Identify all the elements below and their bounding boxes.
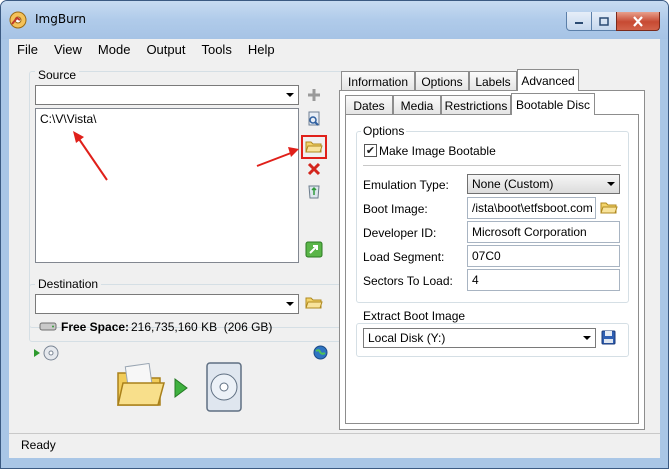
menu-tools[interactable]: Tools <box>193 40 239 60</box>
extract-drive-value: Local Disk (Y:) <box>368 331 446 345</box>
tab-labels[interactable]: Labels <box>469 71 517 91</box>
tab-advanced[interactable]: Advanced <box>517 69 579 91</box>
minimize-button[interactable] <box>566 12 592 31</box>
status-bar: Ready <box>9 433 660 458</box>
destination-combo[interactable] <box>35 294 299 314</box>
window-title: ImgBurn <box>35 12 87 26</box>
chevron-down-icon <box>602 175 619 193</box>
browse-boot-image-icon[interactable] <box>600 200 618 215</box>
maximize-button[interactable] <box>591 12 617 31</box>
menu-file[interactable]: File <box>9 40 46 60</box>
checkmark-icon: ✔ <box>365 144 376 157</box>
maximize-icon <box>599 16 609 26</box>
emulation-type-value: None (Custom) <box>472 177 554 191</box>
boot-image-value: /ista\boot\etfsboot.com <box>472 201 593 215</box>
tab-media-label: Media <box>400 98 434 113</box>
destination-label: Destination <box>35 277 102 291</box>
menu-output[interactable]: Output <box>138 40 193 60</box>
developer-id-value: Microsoft Corporation <box>472 225 587 239</box>
boot-image-label: Boot Image: <box>363 202 428 216</box>
free-space-label: Free Space: <box>61 320 130 334</box>
play-icon[interactable] <box>33 348 41 358</box>
sectors-to-load-label: Sectors To Load: <box>363 274 453 288</box>
sectors-to-load-field[interactable]: 4 <box>467 269 620 291</box>
boot-image-field[interactable]: /ista\boot\etfsboot.com <box>467 197 596 219</box>
extract-drive-select[interactable]: Local Disk (Y:) <box>363 328 596 348</box>
extract-title: Extract Boot Image <box>361 309 468 323</box>
menu-mode[interactable]: Mode <box>90 40 139 60</box>
minimize-icon <box>575 22 583 24</box>
tab-labels-label: Labels <box>475 74 511 89</box>
tab-options[interactable]: Options <box>415 71 469 91</box>
sectors-to-load-value: 4 <box>472 273 479 287</box>
tab-options-label: Options <box>421 74 463 89</box>
tab-dates-label: Dates <box>353 98 385 113</box>
disc-icon[interactable] <box>43 345 59 361</box>
chevron-down-icon <box>578 329 595 347</box>
title-bar: ImgBurn <box>1 1 668 39</box>
tab-restrictions-label: Restrictions <box>444 98 508 113</box>
emulation-type-select[interactable]: None (Custom) <box>467 174 620 194</box>
load-segment-label: Load Segment: <box>363 250 445 264</box>
load-segment-value: 07C0 <box>472 249 501 263</box>
emulation-type-label: Emulation Type: <box>363 178 449 192</box>
make-bootable-label: Make Image Bootable <box>379 144 496 158</box>
developer-id-field[interactable]: Microsoft Corporation <box>467 221 620 243</box>
tab-information-label: Information <box>347 74 409 89</box>
chevron-down-icon <box>281 295 298 313</box>
imgburn-app-icon <box>9 11 27 29</box>
close-button[interactable] <box>616 12 660 31</box>
hdd-icon <box>39 322 57 331</box>
close-icon <box>633 15 643 27</box>
tab-media[interactable]: Media <box>393 95 441 115</box>
load-segment-field[interactable]: 07C0 <box>467 245 620 267</box>
menu-view[interactable]: View <box>46 40 90 60</box>
imgburn-window: ImgBurn File View Mode Output Tools Help… <box>0 0 669 469</box>
options-separator <box>363 165 621 166</box>
developer-id-label: Developer ID: <box>363 226 437 240</box>
status-text: Ready <box>21 438 56 452</box>
menu-help[interactable]: Help <box>240 40 283 60</box>
free-space-value: 216,735,160 KB (206 GB) <box>131 320 273 334</box>
globe-icon[interactable] <box>313 345 328 360</box>
options-title: Options <box>361 124 407 138</box>
tab-bootable-disc[interactable]: Bootable Disc <box>511 93 595 115</box>
tab-restrictions[interactable]: Restrictions <box>441 95 511 115</box>
folder-icon[interactable] <box>305 295 323 310</box>
tab-bootable-disc-label: Bootable Disc <box>515 97 591 112</box>
make-bootable-checkbox[interactable]: ✔ <box>364 144 377 157</box>
save-icon[interactable] <box>601 330 616 345</box>
tab-dates[interactable]: Dates <box>345 95 393 115</box>
client-area: Source C:\V\Vista\ Destination Free Spac… <box>9 61 660 433</box>
build-folder-icon[interactable] <box>115 363 165 409</box>
build-arrow-icon[interactable] <box>173 377 189 399</box>
build-disc-icon[interactable] <box>205 361 243 413</box>
tab-advanced-label: Advanced <box>521 73 575 88</box>
menu-bar: File View Mode Output Tools Help <box>9 39 660 61</box>
tab-information[interactable]: Information <box>341 71 415 91</box>
